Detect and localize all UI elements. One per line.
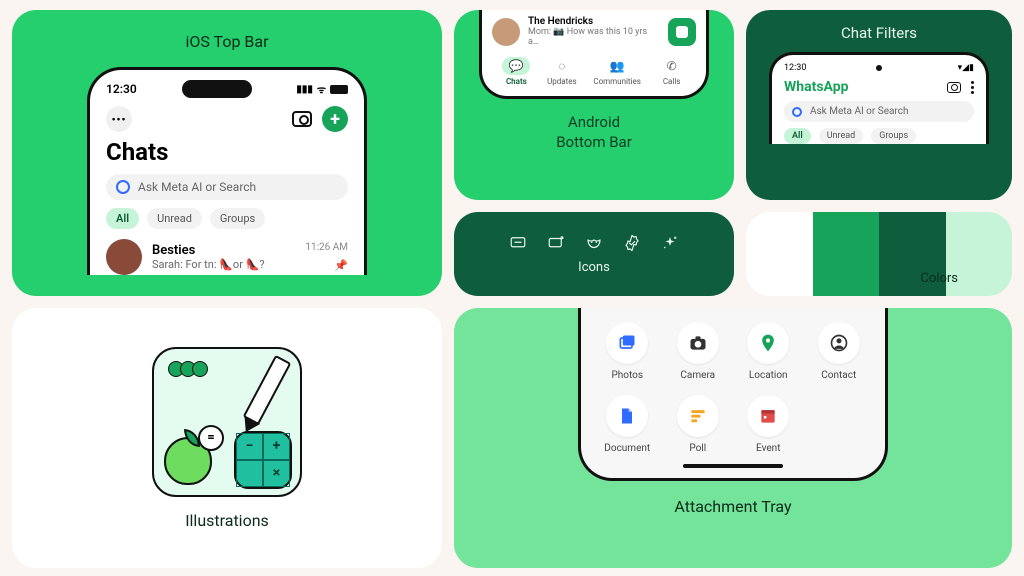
photos-icon — [617, 333, 637, 353]
chat-time: 11:26 AM — [305, 242, 348, 253]
status-time: 12:30 — [784, 63, 806, 73]
card-title: iOS Top Bar — [186, 32, 269, 51]
more-icon[interactable] — [971, 81, 974, 94]
ios-status-bar: 12:30 ▮▮▮ ᯤ — [106, 80, 348, 98]
people-icon — [168, 361, 208, 377]
search-placeholder: Ask Meta AI or Search — [138, 180, 256, 194]
filter-all[interactable]: All — [784, 128, 811, 144]
attach-location[interactable]: Location — [736, 322, 801, 381]
chat-preview: Mom: 📷 How was this 10 yrs a… — [528, 27, 660, 47]
new-chat-button[interactable]: + — [322, 106, 348, 132]
message-notification-icon — [547, 234, 565, 252]
avatar — [492, 18, 520, 46]
equals-icon: = — [198, 425, 224, 451]
chat-list-item[interactable]: Besties Sarah: For tn: 👠or 👠? 11:26 AM 📌 — [106, 239, 348, 275]
avatar — [106, 239, 142, 275]
card-title: Android Bottom Bar — [556, 113, 632, 152]
illustration-tile: = −+× — [152, 347, 302, 497]
ios-phone-frame: 12:30 ▮▮▮ ᯤ ••• + Chats Ask Meta AI or S… — [87, 67, 367, 275]
meta-ai-icon — [792, 107, 802, 117]
camera-punch-hole — [876, 65, 882, 71]
location-icon — [758, 333, 778, 353]
android-bottom-bar-card: The Hendricks Mom: 📷 How was this 10 yrs… — [454, 10, 734, 200]
camera-icon — [688, 333, 708, 353]
search-input[interactable]: Ask Meta AI or Search — [106, 174, 348, 200]
search-placeholder: Ask Meta AI or Search — [810, 106, 908, 117]
more-menu-button[interactable]: ••• — [106, 106, 132, 132]
attach-photos[interactable]: Photos — [595, 322, 660, 381]
illustrations-card: = −+× Illustrations — [12, 308, 442, 568]
home-indicator[interactable] — [683, 464, 783, 468]
card-title: Colors — [920, 271, 958, 286]
wifi-icon: ᯤ — [317, 82, 326, 96]
tab-updates[interactable]: ◌Updates — [547, 57, 577, 86]
filter-all[interactable]: All — [106, 208, 139, 229]
icons-card: Icons — [454, 212, 734, 296]
camera-icon[interactable] — [947, 82, 961, 93]
swatch-white — [746, 212, 813, 296]
filter-groups[interactable]: Groups — [210, 208, 265, 229]
attach-camera[interactable]: Camera — [666, 322, 731, 381]
battery-icon — [330, 85, 348, 94]
document-icon — [617, 406, 637, 426]
screen-title: Chats — [106, 138, 348, 166]
card-title: Illustrations — [185, 511, 269, 530]
bottom-nav: 💬Chats ◌Updates 👥Communities ✆Calls — [492, 57, 696, 86]
swatch-brand-green — [813, 212, 880, 296]
chat-name: Besties — [152, 243, 295, 258]
chat-list-item[interactable]: The Hendricks Mom: 📷 How was this 10 yrs… — [492, 16, 696, 47]
message-icon — [509, 234, 527, 252]
status-signals: ▮▮▮ ᯤ — [296, 82, 348, 96]
chat-filters-card: Chat Filters 12:30 ▾◢▮ WhatsApp Ask Meta… — [746, 10, 1012, 200]
meta-ai-icon — [116, 180, 130, 194]
android-phone-frame: The Hendricks Mom: 📷 How was this 10 yrs… — [479, 10, 709, 99]
new-chat-fab[interactable] — [668, 18, 696, 46]
attach-poll[interactable]: Poll — [666, 395, 731, 454]
dynamic-island — [182, 80, 252, 98]
privacy-mask-icon — [585, 234, 603, 252]
attachment-sheet: Photos Camera Location Contact Document — [578, 308, 888, 481]
verified-icon — [623, 234, 641, 252]
ios-top-bar-card: iOS Top Bar 12:30 ▮▮▮ ᯤ ••• + Chats — [12, 10, 442, 296]
pencil-icon — [243, 354, 292, 424]
chat-preview: Sarah: For tn: 👠or 👠? — [152, 258, 295, 271]
event-icon — [758, 406, 778, 426]
chat-icon: 💬 — [502, 57, 530, 75]
android-phone-frame: 12:30 ▾◢▮ WhatsApp Ask Meta AI or Search… — [769, 52, 989, 144]
status-time: 12:30 — [106, 82, 137, 96]
card-title: Icons — [578, 260, 610, 275]
colors-card: Colors — [746, 212, 1012, 296]
status-icon: ◌ — [548, 57, 576, 75]
phone-icon: ✆ — [658, 57, 686, 75]
filter-unread[interactable]: Unread — [819, 128, 864, 144]
app-title: WhatsApp — [784, 79, 848, 95]
calculator-icon: −+× — [234, 431, 292, 489]
contact-icon — [829, 333, 849, 353]
status-icons: ▾◢▮ — [958, 63, 974, 73]
attach-document[interactable]: Document — [595, 395, 660, 454]
attach-contact[interactable]: Contact — [807, 322, 872, 381]
attachment-tray-card: Photos Camera Location Contact Document — [454, 308, 1012, 568]
camera-icon[interactable] — [292, 111, 312, 127]
filter-pills: All Unread Groups — [106, 208, 348, 229]
card-title: Attachment Tray — [674, 497, 791, 516]
status-bar: 12:30 ▾◢▮ — [784, 63, 974, 73]
communities-icon: 👥 — [603, 57, 631, 75]
tab-communities[interactable]: 👥Communities — [593, 57, 641, 86]
search-input[interactable]: Ask Meta AI or Search — [784, 101, 974, 122]
poll-icon — [688, 406, 708, 426]
chat-name: The Hendricks — [528, 16, 660, 27]
tab-chats[interactable]: 💬Chats — [502, 57, 530, 86]
filter-groups[interactable]: Groups — [871, 128, 916, 144]
card-title: Chat Filters — [841, 24, 917, 42]
filter-unread[interactable]: Unread — [147, 208, 202, 229]
pin-icon: 📌 — [305, 259, 348, 272]
cellular-icon: ▮▮▮ — [296, 84, 313, 95]
tab-calls[interactable]: ✆Calls — [658, 57, 686, 86]
attach-event[interactable]: Event — [736, 395, 801, 454]
sparkle-icon — [661, 234, 679, 252]
